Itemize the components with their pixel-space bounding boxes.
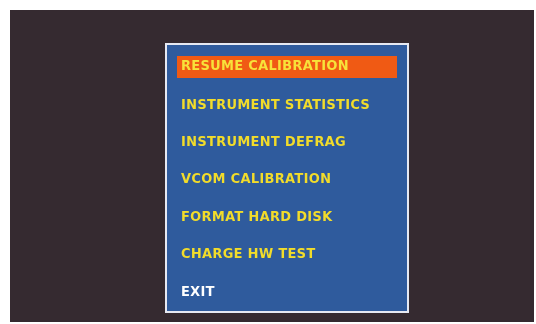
- menu-item-exit[interactable]: EXIT: [177, 282, 215, 304]
- menu-item-charge-hw-test[interactable]: CHARGE HW TEST: [177, 244, 316, 266]
- screen-frame: RESUME CALIBRATION INSTRUMENT STATISTICS…: [10, 10, 534, 322]
- menu-item-vcom-calibration[interactable]: VCOM CALIBRATION: [177, 169, 331, 191]
- menu-item-instrument-defrag[interactable]: INSTRUMENT DEFRAG: [177, 132, 346, 154]
- menu-item-instrument-statistics[interactable]: INSTRUMENT STATISTICS: [177, 95, 370, 117]
- menu-item-resume-calibration[interactable]: RESUME CALIBRATION: [177, 56, 397, 78]
- menu-item-format-hard-disk[interactable]: FORMAT HARD DISK: [177, 207, 332, 229]
- calibration-menu: RESUME CALIBRATION INSTRUMENT STATISTICS…: [165, 43, 409, 313]
